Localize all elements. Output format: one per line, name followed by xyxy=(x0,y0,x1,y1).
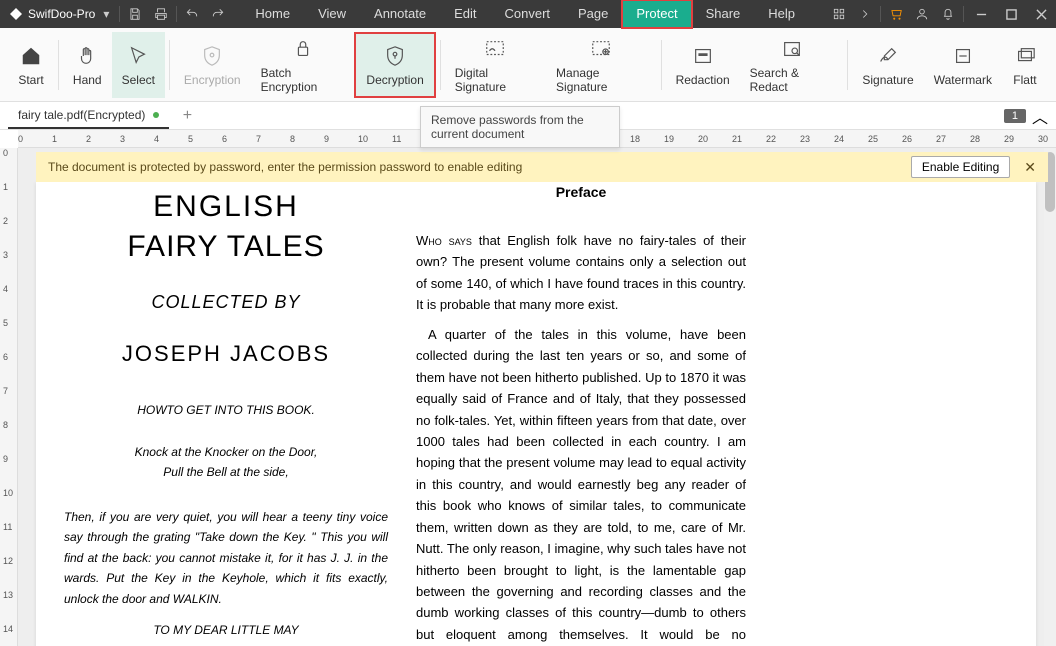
user-icon[interactable] xyxy=(909,0,935,28)
start-button[interactable]: Start xyxy=(8,32,54,98)
flatten-button[interactable]: Flatt xyxy=(1002,32,1048,98)
decryption-button[interactable]: Decryption xyxy=(354,32,435,98)
tab-status-dot xyxy=(153,112,159,118)
encryption-button[interactable]: Encryption xyxy=(174,32,251,98)
chevron-right-icon[interactable] xyxy=(852,0,878,28)
tab-label: fairy tale.pdf(Encrypted) xyxy=(18,108,145,122)
page-up-icon[interactable]: ︿ xyxy=(1032,104,1048,128)
titlebar: SwifDoo-Pro ▾ Home View Annotate Edit Co… xyxy=(0,0,1056,28)
banner-close-icon[interactable]: ✕ xyxy=(1024,159,1036,176)
doc-preface: Preface xyxy=(416,184,746,200)
menu-home[interactable]: Home xyxy=(241,0,304,28)
document-tab[interactable]: fairy tale.pdf(Encrypted) xyxy=(8,103,169,129)
menu-annotate[interactable]: Annotate xyxy=(360,0,440,28)
banner-message: The document is protected by password, e… xyxy=(48,160,522,174)
redo-icon[interactable] xyxy=(205,0,231,28)
menu-share[interactable]: Share xyxy=(692,0,755,28)
menu-page[interactable]: Page xyxy=(564,0,622,28)
doc-title-1: ENGLISH xyxy=(56,190,396,224)
app-name: SwifDoo xyxy=(28,7,73,21)
protection-banner: The document is protected by password, e… xyxy=(36,152,1048,182)
redaction-button[interactable]: Redaction xyxy=(666,32,740,98)
minimize-button[interactable] xyxy=(966,0,996,28)
signature-button[interactable]: Signature xyxy=(852,32,923,98)
document-page: ENGLISH FAIRY TALES COLLECTED BY JOSEPH … xyxy=(36,182,1036,646)
doc-dear: TO MY DEAR LITTLE MAY xyxy=(56,623,396,637)
doc-knock: Knock at the Knocker on the Door, xyxy=(56,445,396,459)
menu-edit[interactable]: Edit xyxy=(440,0,490,28)
scrollbar-vertical[interactable] xyxy=(1044,148,1056,646)
doc-body2: A quarter of the tales in this volume, h… xyxy=(416,324,746,646)
page-number-badge[interactable]: 1 xyxy=(1004,109,1026,123)
bell-icon[interactable] xyxy=(935,0,961,28)
add-tab-button[interactable]: + xyxy=(177,106,197,126)
batch-encryption-button[interactable]: Batch Encryption xyxy=(251,32,355,98)
select-button[interactable]: Select xyxy=(112,32,165,98)
close-button[interactable] xyxy=(1026,0,1056,28)
grid-icon[interactable] xyxy=(826,0,852,28)
manage-signature-button[interactable]: Manage Signature xyxy=(546,32,657,98)
ribbon: Start Hand Select Encryption Batch Encry… xyxy=(0,28,1056,102)
menu-convert[interactable]: Convert xyxy=(490,0,564,28)
menu-protect[interactable]: Protect xyxy=(622,0,691,28)
menu-help[interactable]: Help xyxy=(754,0,809,28)
menu-view[interactable]: View xyxy=(304,0,360,28)
doc-howto: HOWTO GET INTO THIS BOOK. xyxy=(56,403,396,417)
hand-button[interactable]: Hand xyxy=(63,32,112,98)
doc-title-2: FAIRY TALES xyxy=(56,230,396,264)
doc-body1: Who says that English folk have no fairy… xyxy=(416,230,746,316)
watermark-button[interactable]: Watermark xyxy=(924,32,1002,98)
search-redact-button[interactable]: Search & Redact xyxy=(740,32,844,98)
doc-pull: Pull the Bell at the side, xyxy=(56,465,396,479)
digital-signature-button[interactable]: Digital Signature xyxy=(445,32,546,98)
undo-icon[interactable] xyxy=(179,0,205,28)
page-area: The document is protected by password, e… xyxy=(18,148,1056,646)
decryption-tooltip: Remove passwords from the current docume… xyxy=(420,106,620,148)
cart-icon[interactable] xyxy=(883,0,909,28)
doc-author: JOSEPH JACOBS xyxy=(56,341,396,367)
print-icon[interactable] xyxy=(148,0,174,28)
doc-subtitle: COLLECTED BY xyxy=(56,292,396,313)
app-logo: SwifDoo-Pro ▾ xyxy=(0,6,117,22)
ruler-vertical: 01234567891011121314 xyxy=(0,148,18,646)
doc-para: Then, if you are very quiet, you will he… xyxy=(56,507,396,609)
save-icon[interactable] xyxy=(122,0,148,28)
main-menu: Home View Annotate Edit Convert Page Pro… xyxy=(241,0,809,28)
maximize-button[interactable] xyxy=(996,0,1026,28)
enable-editing-button[interactable]: Enable Editing xyxy=(911,156,1010,178)
app-suffix: -Pro xyxy=(73,7,96,21)
